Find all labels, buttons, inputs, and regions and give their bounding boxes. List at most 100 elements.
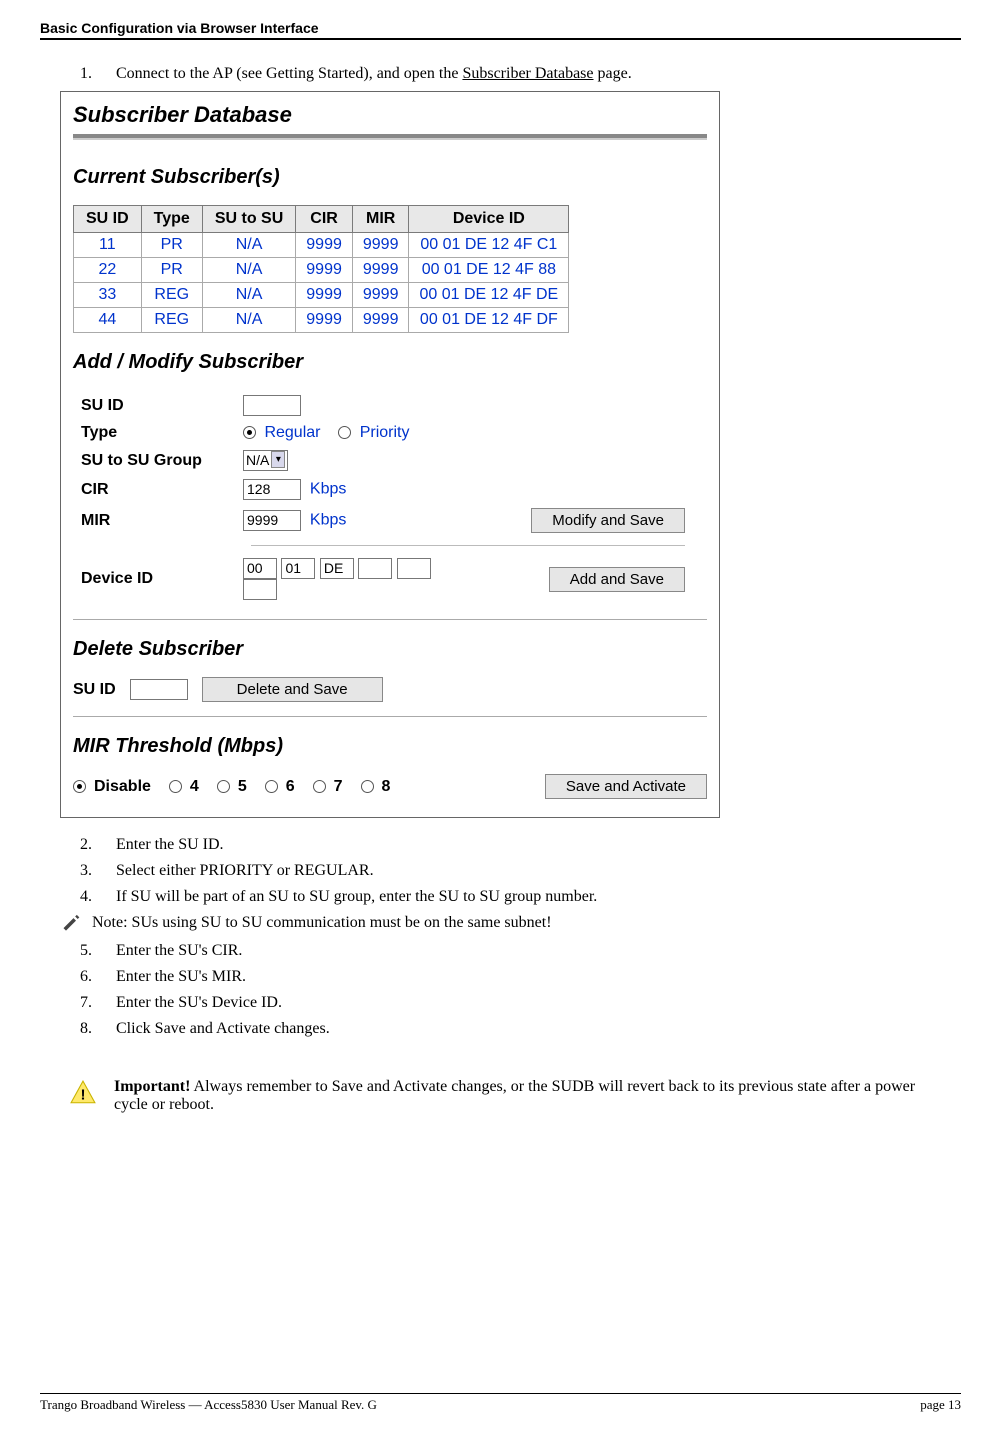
step-3-text: Select either PRIORITY or REGULAR.	[116, 862, 374, 880]
col-device: Device ID	[409, 206, 569, 233]
cell: 9999	[296, 233, 353, 258]
delete-su-id-input[interactable]	[130, 679, 188, 700]
cell: 9999	[296, 283, 353, 308]
su-to-su-label: SU to SU Group	[75, 447, 235, 474]
device-id-label: Device ID	[75, 555, 235, 603]
add-modify-heading: Add / Modify Subscriber	[73, 351, 707, 374]
mir-input[interactable]: 9999	[243, 510, 301, 531]
device-id-3-input[interactable]: DE	[320, 558, 354, 579]
step-2-text: Enter the SU ID.	[116, 836, 224, 854]
step-7: 7. Enter the SU's Device ID.	[80, 994, 961, 1012]
cell: 33	[74, 283, 142, 308]
important-text: Important! Always remember to Save and A…	[114, 1078, 931, 1114]
note: Note: SUs using SU to SU communication m…	[60, 914, 961, 934]
step-5-num: 5.	[80, 942, 98, 960]
cir-unit: Kbps	[310, 481, 346, 498]
subscriber-table: SU ID Type SU to SU CIR MIR Device ID 11…	[73, 205, 569, 333]
step-1-pre: Connect to the AP (see Getting Started),…	[116, 65, 462, 82]
note-body: SUs using SU to SU communication must be…	[132, 914, 552, 931]
subscriber-database-link: Subscriber Database	[462, 65, 593, 82]
pencil-icon	[60, 914, 82, 934]
mir-unit: Kbps	[310, 512, 346, 529]
divider	[73, 716, 707, 717]
step-6: 6. Enter the SU's MIR.	[80, 968, 961, 986]
device-id-6-input[interactable]	[243, 579, 277, 600]
cell: PR	[141, 233, 202, 258]
mir-6-label: 6	[286, 778, 295, 796]
step-4-num: 4.	[80, 888, 98, 906]
mir-threshold-heading: MIR Threshold (Mbps)	[73, 735, 707, 758]
important-body: Always remember to Save and Activate cha…	[114, 1078, 915, 1113]
mir-label: MIR	[75, 505, 235, 536]
col-cir: CIR	[296, 206, 353, 233]
device-id-1-input[interactable]: 00	[243, 558, 277, 579]
step-1: 1. Connect to the AP (see Getting Starte…	[80, 65, 961, 83]
step-1-text: Connect to the AP (see Getting Started),…	[116, 65, 632, 83]
cell: 9999	[352, 233, 409, 258]
step-2-num: 2.	[80, 836, 98, 854]
note-text: Note: SUs using SU to SU communication m…	[92, 914, 552, 932]
current-subscribers-heading: Current Subscriber(s)	[73, 166, 707, 189]
mir-6-radio[interactable]	[265, 780, 278, 793]
cell: 00 01 DE 12 4F C1	[409, 233, 569, 258]
cell: N/A	[202, 308, 295, 333]
delete-su-id-label: SU ID	[73, 681, 116, 699]
cell: 9999	[296, 258, 353, 283]
table-row: 22 PR N/A 9999 9999 00 01 DE 12 4F 88	[74, 258, 569, 283]
su-id-input[interactable]	[243, 395, 301, 416]
type-regular-label: Regular	[264, 424, 320, 441]
cell: 11	[74, 233, 142, 258]
cell: 9999	[352, 283, 409, 308]
type-regular-radio[interactable]	[243, 426, 256, 439]
cir-input[interactable]: 128	[243, 479, 301, 500]
mir-4-label: 4	[190, 778, 199, 796]
cell: PR	[141, 258, 202, 283]
device-id-5-input[interactable]	[397, 558, 431, 579]
add-and-save-button[interactable]: Add and Save	[549, 567, 685, 592]
device-id-4-input[interactable]	[358, 558, 392, 579]
step-4-text: If SU will be part of an SU to SU group,…	[116, 888, 597, 906]
type-label: Type	[75, 421, 235, 445]
chevron-down-icon: ▾	[271, 451, 285, 468]
step-5-text: Enter the SU's CIR.	[116, 942, 242, 960]
mir-8-radio[interactable]	[361, 780, 374, 793]
footer-right: page 13	[920, 1397, 961, 1413]
cir-label: CIR	[75, 476, 235, 503]
mir-disable-radio[interactable]	[73, 780, 86, 793]
modify-and-save-button[interactable]: Modify and Save	[531, 508, 685, 533]
su-id-label: SU ID	[75, 392, 235, 419]
step-7-num: 7.	[80, 994, 98, 1012]
mir-5-radio[interactable]	[217, 780, 230, 793]
cell: N/A	[202, 258, 295, 283]
mir-7-radio[interactable]	[313, 780, 326, 793]
su-to-su-select[interactable]: N/A▾	[243, 450, 288, 471]
mir-5-label: 5	[238, 778, 247, 796]
cell: 00 01 DE 12 4F DF	[409, 308, 569, 333]
step-1-num: 1.	[80, 65, 98, 83]
footer-left: Trango Broadband Wireless — Access5830 U…	[40, 1397, 377, 1413]
cell: 22	[74, 258, 142, 283]
cell: 9999	[352, 308, 409, 333]
step-3-num: 3.	[80, 862, 98, 880]
important-label: Important!	[114, 1078, 190, 1095]
table-row: 44 REG N/A 9999 9999 00 01 DE 12 4F DF	[74, 308, 569, 333]
col-su-to-su: SU to SU	[202, 206, 295, 233]
important-note: ! Important! Always remember to Save and…	[70, 1078, 931, 1114]
cell: 00 01 DE 12 4F 88	[409, 258, 569, 283]
type-priority-radio[interactable]	[338, 426, 351, 439]
add-modify-form: SU ID Type Regular Priority SU to SU Gro…	[73, 390, 693, 605]
cell: REG	[141, 283, 202, 308]
delete-and-save-button[interactable]: Delete and Save	[202, 677, 383, 702]
table-row: 11 PR N/A 9999 9999 00 01 DE 12 4F C1	[74, 233, 569, 258]
mir-disable-label: Disable	[94, 778, 151, 796]
page-footer: Trango Broadband Wireless — Access5830 U…	[40, 1393, 961, 1413]
ss-divider	[73, 134, 707, 140]
col-type: Type	[141, 206, 202, 233]
save-and-activate-button[interactable]: Save and Activate	[545, 774, 707, 799]
step-6-text: Enter the SU's MIR.	[116, 968, 246, 986]
cell: 00 01 DE 12 4F DE	[409, 283, 569, 308]
note-label: Note:	[92, 914, 128, 931]
mir-4-radio[interactable]	[169, 780, 182, 793]
step-5: 5. Enter the SU's CIR.	[80, 942, 961, 960]
device-id-2-input[interactable]: 01	[281, 558, 315, 579]
